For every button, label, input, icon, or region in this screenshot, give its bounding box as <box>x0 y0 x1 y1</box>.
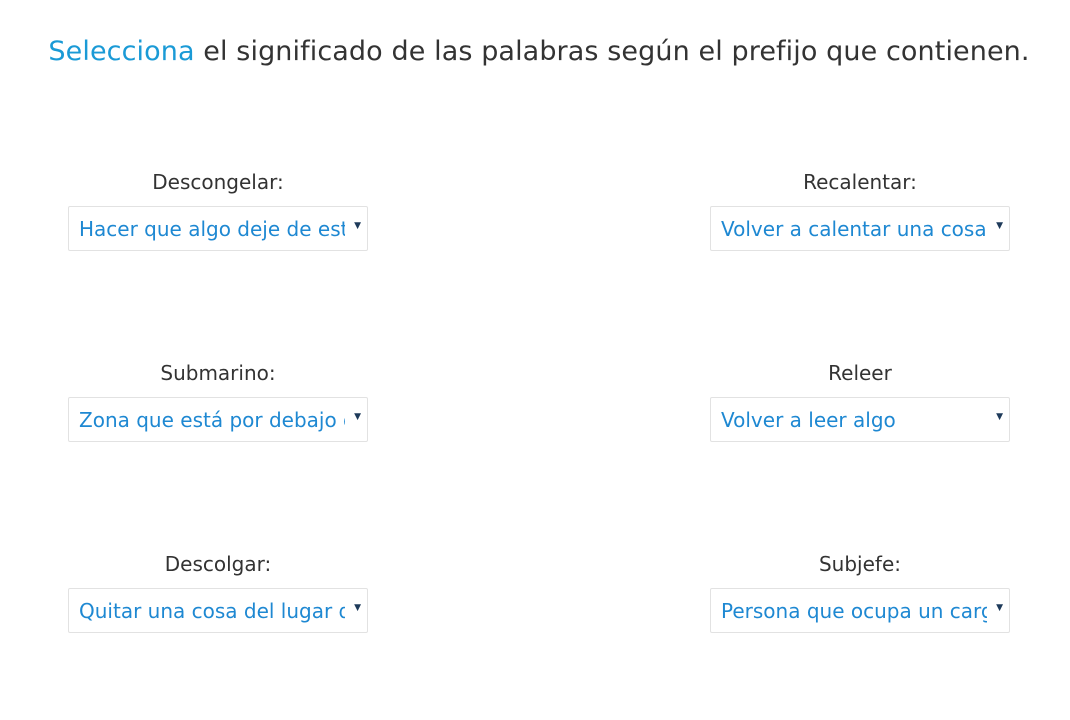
caret-down-icon: ▼ <box>996 412 1003 422</box>
word-label: Descongelar: <box>152 170 284 194</box>
question-descolgar: Descolgar: Quitar una cosa del lugar don… <box>68 552 368 633</box>
caret-down-icon: ▼ <box>354 221 361 231</box>
question-submarino: Submarino: Zona que está por debajo del … <box>68 361 368 442</box>
selected-value: Zona que está por debajo del mar <box>79 408 345 432</box>
word-label: Releer <box>828 361 892 385</box>
word-label: Subjefe: <box>818 552 901 576</box>
selected-value: Volver a calentar una cosa <box>721 217 987 241</box>
question-descongelar: Descongelar: Hacer que algo deje de esta… <box>68 170 368 251</box>
instruction-accent: Selecciona <box>48 36 195 67</box>
word-label: Submarino: <box>160 361 276 385</box>
selected-value: Persona que ocupa un cargo inmediatament… <box>721 599 987 623</box>
meaning-select[interactable]: Quitar una cosa del lugar donde está col… <box>68 588 368 633</box>
caret-down-icon: ▼ <box>996 221 1003 231</box>
meaning-select[interactable]: Hacer que algo deje de estar congelado ▼ <box>68 206 368 251</box>
selected-value: Volver a leer algo <box>721 408 896 432</box>
selected-value: Hacer que algo deje de estar congelado <box>79 217 345 241</box>
meaning-select[interactable]: Persona que ocupa un cargo inmediatament… <box>710 588 1010 633</box>
word-label: Recalentar: <box>803 170 917 194</box>
word-label: Descolgar: <box>164 552 272 576</box>
selected-value: Quitar una cosa del lugar donde está col… <box>79 599 345 623</box>
question-subjefe: Subjefe: Persona que ocupa un cargo inme… <box>710 552 1010 633</box>
caret-down-icon: ▼ <box>354 412 361 422</box>
meaning-select[interactable]: Zona que está por debajo del mar ▼ <box>68 397 368 442</box>
instruction-title: Selecciona el significado de las palabra… <box>0 36 1070 67</box>
instruction-text: el significado de las palabras según el … <box>194 36 1030 67</box>
caret-down-icon: ▼ <box>354 603 361 613</box>
caret-down-icon: ▼ <box>996 603 1003 613</box>
meaning-select[interactable]: Volver a leer algo ▼ <box>710 397 1010 442</box>
question-releer: Releer Volver a leer algo ▼ <box>710 361 1010 442</box>
meaning-select[interactable]: Volver a calentar una cosa ▼ <box>710 206 1010 251</box>
question-recalentar: Recalentar: Volver a calentar una cosa ▼ <box>710 170 1010 251</box>
